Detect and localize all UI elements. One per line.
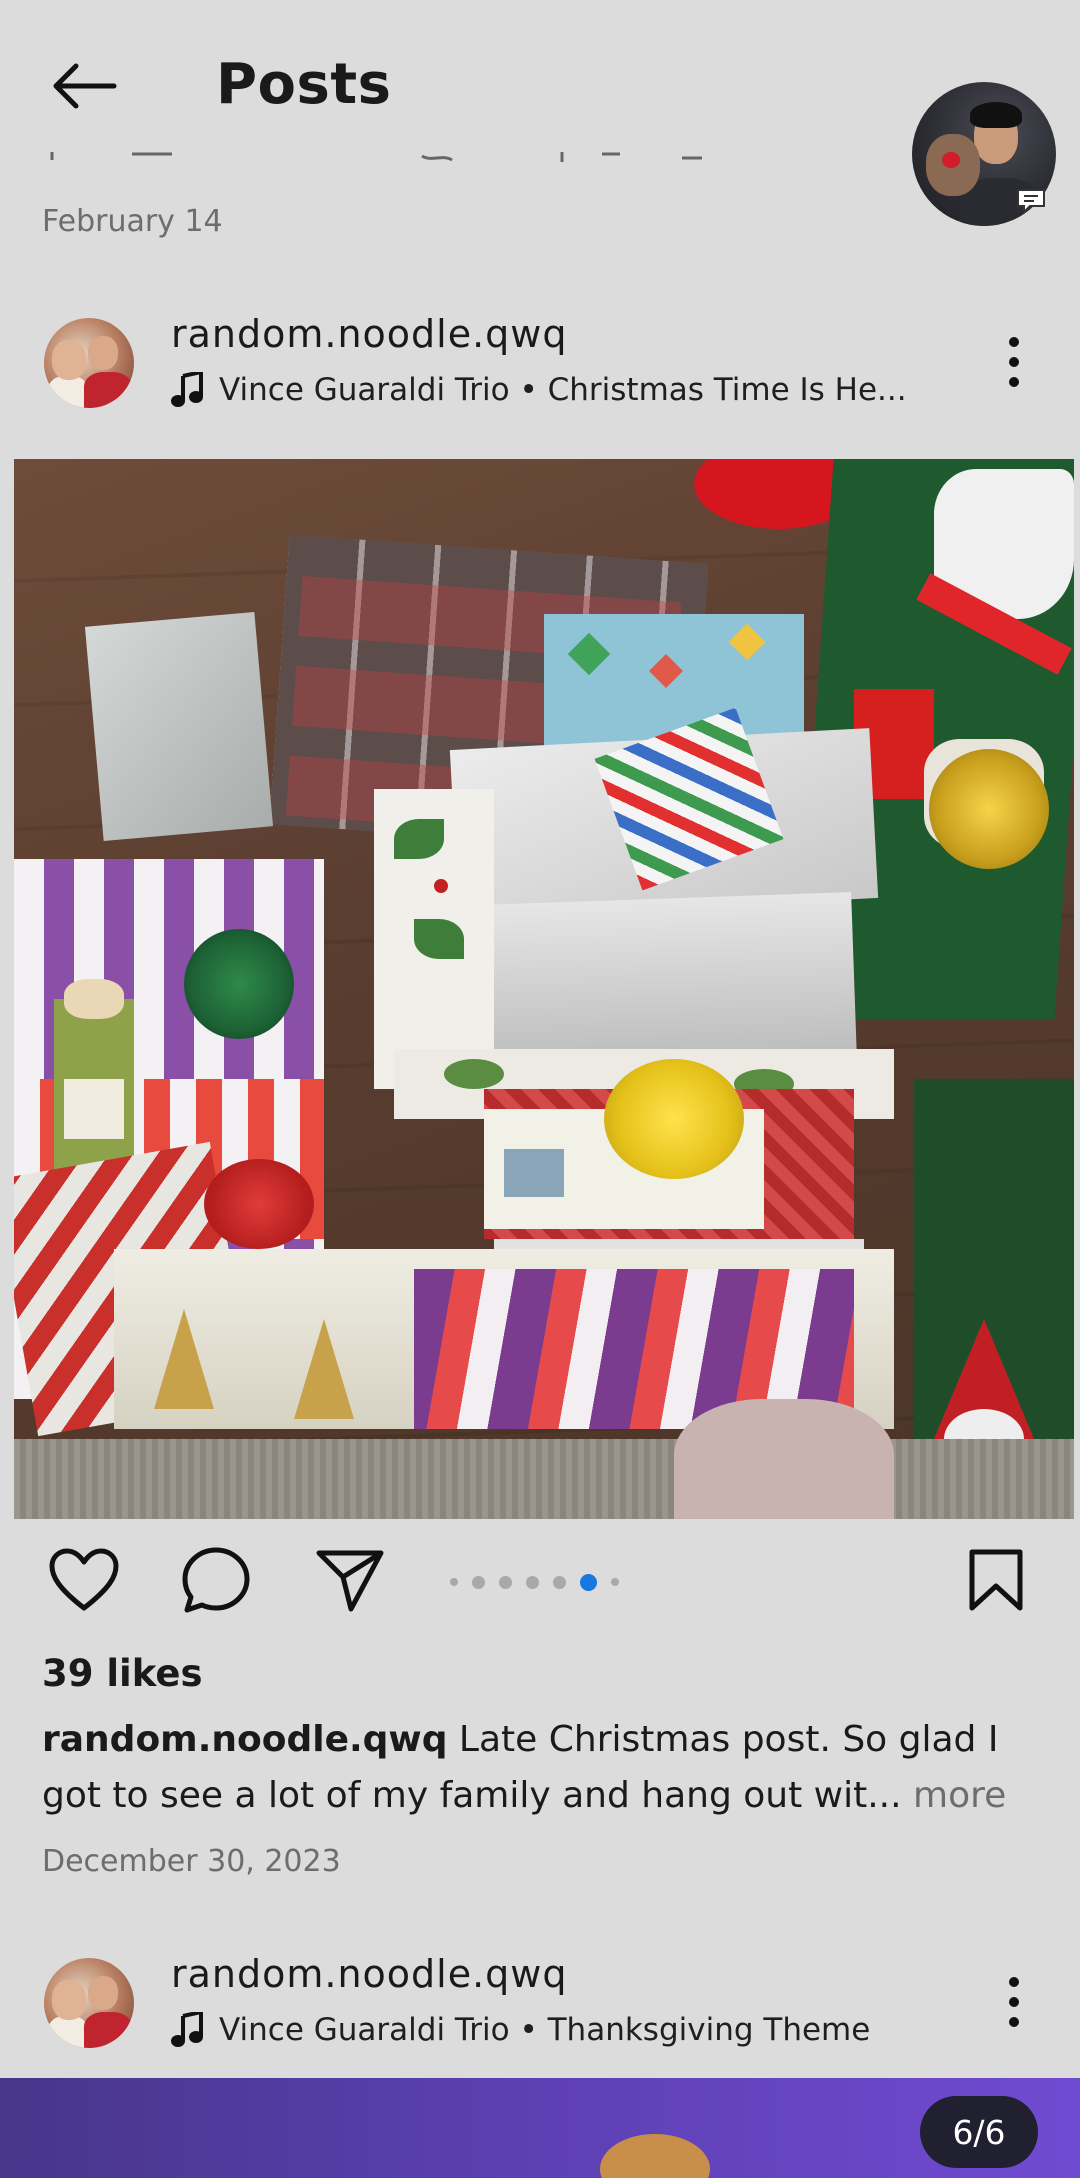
more-options-button[interactable] xyxy=(998,332,1030,392)
post-date: December 30, 2023 xyxy=(42,1844,341,1879)
bookmark-icon xyxy=(969,1549,1023,1611)
carousel-dot xyxy=(526,1575,539,1589)
music-text: Vince Guaraldi Trio • Christmas Time Is … xyxy=(219,372,907,408)
likes-count[interactable]: 39 likes xyxy=(42,1652,202,1695)
carousel-dot xyxy=(611,1578,619,1586)
back-button[interactable] xyxy=(44,50,124,122)
carousel-indicator xyxy=(450,1572,619,1592)
carousel-counter: 6/6 xyxy=(920,2096,1038,2168)
post-username[interactable]: random.noodle.qwq xyxy=(171,312,568,356)
carousel-dot xyxy=(472,1575,485,1589)
avatar[interactable] xyxy=(44,318,134,408)
avatar[interactable] xyxy=(44,1958,134,2048)
next-music-info[interactable]: Vince Guaraldi Trio • Thanksgiving Theme xyxy=(171,2010,870,2050)
music-info[interactable]: Vince Guaraldi Trio • Christmas Time Is … xyxy=(171,370,907,410)
post-actions xyxy=(0,1540,1080,1626)
arrow-left-icon xyxy=(53,63,117,109)
post-header: random.noodle.qwq Vince Guaraldi Trio • … xyxy=(0,310,1080,420)
previous-post-date: February 14 xyxy=(42,204,223,239)
send-icon xyxy=(316,1550,384,1612)
page-title: Posts xyxy=(216,52,392,117)
post-photo[interactable] xyxy=(14,459,1074,1519)
caption-more-link[interactable]: more xyxy=(902,1775,1006,1816)
like-button[interactable] xyxy=(44,1540,124,1620)
next-music-text: Vince Guaraldi Trio • Thanksgiving Theme xyxy=(219,2012,871,2048)
more-vertical-icon xyxy=(1009,1977,1019,2027)
next-post-photo[interactable] xyxy=(0,2078,1080,2178)
music-note-icon xyxy=(171,2012,203,2048)
heart-icon xyxy=(49,1548,119,1611)
comment-button[interactable] xyxy=(176,1540,256,1620)
music-note-icon xyxy=(171,372,203,408)
next-post-header: random.noodle.qwq Vince Guaraldi Trio • … xyxy=(0,1950,1080,2060)
carousel-dot xyxy=(450,1578,458,1586)
comment-icon xyxy=(182,1547,250,1613)
next-post-username[interactable]: random.noodle.qwq xyxy=(171,1952,568,1996)
clipped-previous-caption xyxy=(50,152,702,162)
carousel-dot-active xyxy=(580,1573,597,1591)
post-caption[interactable]: random.noodle.qwq Late Christmas post. S… xyxy=(42,1712,1042,1824)
carousel-dot xyxy=(499,1575,512,1589)
chat-bubble-icon[interactable] xyxy=(1014,186,1048,216)
save-button[interactable] xyxy=(956,1540,1036,1620)
caption-username[interactable]: random.noodle.qwq xyxy=(42,1719,447,1760)
more-vertical-icon xyxy=(1009,337,1019,387)
next-more-options-button[interactable] xyxy=(998,1972,1030,2032)
carousel-dot xyxy=(553,1575,566,1589)
share-button[interactable] xyxy=(310,1540,390,1620)
